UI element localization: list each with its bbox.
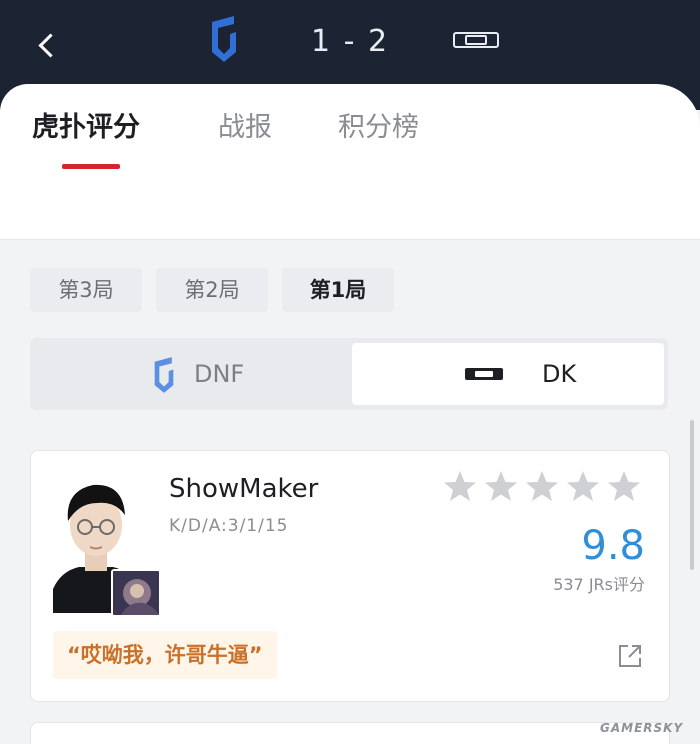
back-arrow-icon[interactable] xyxy=(30,28,64,66)
star-rating[interactable] xyxy=(443,469,649,509)
rating-count: 537 JRs评分 xyxy=(553,575,645,594)
tab-report[interactable]: 战报 xyxy=(218,108,272,148)
match-score: 1 - 2 xyxy=(310,24,390,59)
next-player-card[interactable] xyxy=(30,722,670,744)
player-rating-score: 9.8 xyxy=(581,523,645,569)
star-icon xyxy=(485,471,517,501)
dnf-shield-icon xyxy=(150,355,178,399)
player-kda: K/D/A:3/1/15 xyxy=(169,516,289,536)
tab-hupu-rating[interactable]: 虎扑评分 xyxy=(32,108,140,148)
watermark: GAMERSKY xyxy=(600,721,684,735)
star-icon xyxy=(444,471,476,501)
dnf-shield-icon[interactable] xyxy=(206,14,242,64)
star-icon xyxy=(608,471,640,501)
top-comment[interactable]: “哎呦我，许哥牛逼” xyxy=(53,631,277,679)
team-dnf-label: DNF xyxy=(194,360,245,388)
scrollbar[interactable] xyxy=(690,420,694,570)
team-dnf-option[interactable]: DNF xyxy=(34,343,346,405)
share-icon[interactable] xyxy=(617,643,643,669)
game-2-button[interactable]: 第2局 xyxy=(156,268,268,312)
game-1-button[interactable]: 第1局 xyxy=(282,268,394,312)
champion-icon xyxy=(111,569,161,617)
tab-standings[interactable]: 积分榜 xyxy=(338,108,419,148)
star-icon xyxy=(526,471,558,501)
player-name: ShowMaker xyxy=(169,474,319,504)
dk-logo-icon xyxy=(464,365,504,387)
game-3-button[interactable]: 第3局 xyxy=(30,268,142,312)
active-tab-indicator xyxy=(62,164,120,169)
team-switch: DNF DK xyxy=(30,338,668,410)
star-icon xyxy=(567,471,599,501)
team-dk-option[interactable]: DK xyxy=(352,343,664,405)
player-rating-card[interactable]: ShowMaker K/D/A:3/1/15 9.8 537 JRs评分 “哎呦… xyxy=(30,450,670,702)
team-dk-label: DK xyxy=(542,360,577,388)
dk-logo-icon[interactable] xyxy=(452,28,500,52)
